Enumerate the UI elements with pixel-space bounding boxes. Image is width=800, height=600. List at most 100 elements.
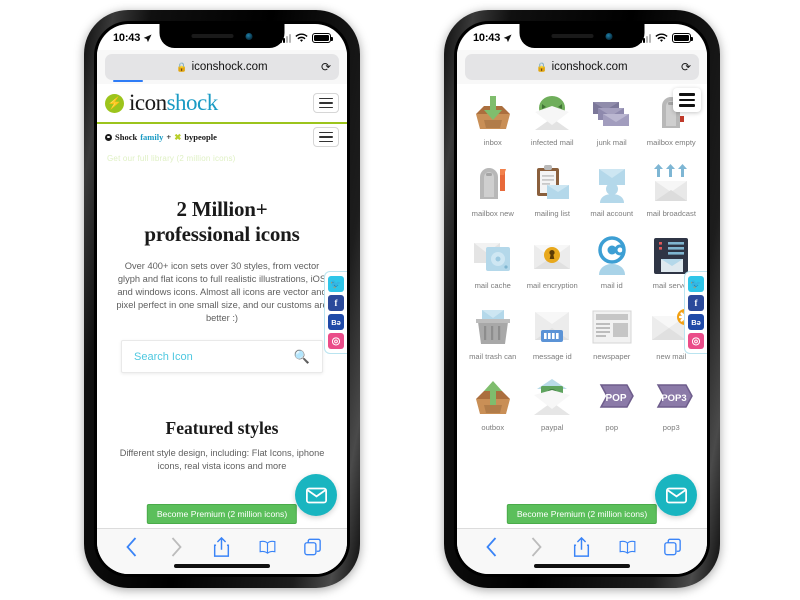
icon-label: pop — [605, 423, 619, 433]
icon-cell-mailing-list[interactable]: mailing list — [523, 163, 583, 218]
family-part-1: Shock — [115, 132, 138, 142]
battery-icon — [672, 33, 693, 43]
facebook-icon[interactable]: f — [688, 295, 704, 311]
tabs-button[interactable] — [664, 537, 681, 557]
magnifier-icon[interactable]: 🔍 — [294, 349, 310, 365]
family-brands[interactable]: Shock family + ✖ bypeople — [105, 132, 217, 143]
address-bar[interactable]: 🔒 iconshock.com ⟳ — [105, 54, 339, 82]
icon-cell-mail-encryption[interactable]: mail encryption — [523, 235, 583, 290]
icon-label: mailing list — [534, 209, 570, 219]
become-premium-button-right[interactable]: Become Premium (2 million icons) — [506, 504, 658, 524]
dribbble-icon[interactable]: ◎ — [328, 333, 344, 349]
hero-title-line2: professional icons — [144, 221, 300, 246]
chat-envelope-button-right[interactable] — [655, 474, 697, 516]
reload-icon[interactable]: ⟳ — [681, 60, 691, 74]
front-camera-icon — [245, 32, 253, 40]
pop-badge-text: POP — [605, 393, 626, 404]
icon-cell-mail-id[interactable]: mail id — [582, 235, 642, 290]
mail-broadcast-arrows-icon — [648, 163, 694, 205]
icon-label: mailbox empty — [646, 138, 696, 147]
envelope-icon — [305, 487, 327, 503]
notch-right — [519, 24, 645, 48]
paypal-money-mail-icon — [529, 377, 575, 419]
family-hamburger-button[interactable] — [313, 127, 339, 147]
lightning-bolt-icon: ⚡ — [105, 93, 124, 113]
twitter-icon[interactable]: 🐦 — [688, 276, 704, 292]
phone-bezel-right: 10:43 🔒 iconshock.com ⟳ inbox infected m… — [454, 21, 710, 577]
site-logo[interactable]: ⚡ iconshock — [105, 90, 218, 116]
icon-cell-junk-mail[interactable]: junk mail — [582, 92, 642, 147]
icon-label: new mail — [656, 352, 687, 362]
icon-cell-newspaper[interactable]: newspaper — [582, 306, 642, 361]
icon-cell-mail-account[interactable]: mail account — [582, 163, 642, 218]
logo-wordmark: iconshock — [129, 90, 218, 116]
junk-mail-stack-icon — [589, 92, 635, 134]
hero-paragraph: Over 400+ icon sets over 30 styles, from… — [116, 260, 328, 324]
icon-cell-message-id[interactable]: message id — [523, 306, 583, 361]
icon-label: junk mail — [596, 138, 627, 147]
lock-icon: 🔒 — [536, 61, 548, 72]
icon-label: mail trash can — [469, 352, 517, 362]
bookmarks-button[interactable] — [619, 537, 636, 557]
home-indicator-left — [174, 564, 270, 568]
icon-label: paypal — [541, 423, 564, 433]
family-plus: + — [166, 132, 172, 142]
featured-title: Featured styles — [165, 418, 279, 439]
forward-button — [168, 536, 185, 557]
icon-cell-infected-mail[interactable]: infected mail — [523, 92, 583, 147]
icon-cell-mail-cache[interactable]: mail cache — [463, 235, 523, 290]
icon-label: mail account — [590, 209, 634, 219]
share-button[interactable] — [213, 536, 230, 557]
icon-gallery: inbox infected mail junk mail mailbox em… — [457, 84, 707, 433]
icon-label: message id — [532, 352, 572, 362]
icon-label: pop3 — [662, 423, 680, 433]
dribbble-icon[interactable]: ◎ — [688, 333, 704, 349]
status-indicators — [640, 33, 693, 43]
tabs-button[interactable] — [304, 537, 321, 557]
page-load-progress — [113, 79, 143, 82]
search-placeholder: Search Icon — [134, 350, 193, 363]
mailbox-new-flag-icon — [470, 163, 516, 205]
bookmarks-button[interactable] — [259, 537, 276, 557]
outbox-tray-up-icon — [470, 377, 516, 419]
back-button[interactable] — [483, 536, 500, 557]
icon-cell-pop[interactable]: POP pop — [582, 377, 642, 432]
featured-paragraph: Different style design, including: Flat … — [119, 448, 325, 472]
chat-envelope-button-left[interactable] — [295, 474, 337, 516]
share-button[interactable] — [573, 536, 590, 557]
facebook-icon[interactable]: f — [328, 295, 344, 311]
logo-text-primary: icon — [129, 90, 167, 115]
browser-chrome-left: 🔒 iconshock.com ⟳ — [97, 50, 347, 84]
icon-cell-pop3[interactable]: POP3 pop3 — [642, 377, 702, 432]
reload-icon[interactable]: ⟳ — [321, 60, 331, 74]
icon-cell-outbox[interactable]: outbox — [463, 377, 523, 432]
home-indicator-right — [534, 564, 630, 568]
icon-cell-mail-trash-can[interactable]: mail trash can — [463, 306, 523, 361]
hero-title-line1: 2 Million+ — [176, 197, 268, 221]
become-premium-button-left[interactable]: Become Premium (2 million icons) — [146, 504, 298, 524]
icon-cell-mailbox-new[interactable]: mailbox new — [463, 163, 523, 218]
phone-screen-left: 10:43 🔒 iconshock.com ⟳ ⚡ iconshock Shoc… — [97, 24, 347, 574]
floating-hamburger-button[interactable] — [673, 88, 701, 112]
back-button[interactable] — [123, 536, 140, 557]
behance-icon[interactable]: Bə — [328, 314, 344, 330]
behance-icon[interactable]: Bə — [688, 314, 704, 330]
icon-cell-paypal[interactable]: paypal — [523, 377, 583, 432]
newspaper-icon — [589, 306, 635, 348]
x-mark-icon: ✖ — [174, 131, 182, 142]
mailing-list-clipboard-icon — [529, 163, 575, 205]
mail-account-user-icon — [589, 163, 635, 205]
header-hamburger-button[interactable] — [313, 93, 339, 113]
search-input[interactable]: Search Icon 🔍 — [121, 340, 323, 374]
location-arrow-icon — [143, 33, 152, 42]
notch-left — [159, 24, 285, 48]
twitter-icon[interactable]: 🐦 — [328, 276, 344, 292]
phone-screen-right: 10:43 🔒 iconshock.com ⟳ inbox infected m… — [457, 24, 707, 574]
mail-encryption-lock-icon — [529, 235, 575, 277]
icon-cell-mail-broadcast[interactable]: mail broadcast — [642, 163, 702, 218]
hero-section: 2 Million+ professional icons Over 400+ i… — [97, 163, 347, 374]
icon-label: infected mail — [530, 138, 574, 147]
address-bar[interactable]: 🔒 iconshock.com ⟳ — [465, 54, 699, 80]
icon-label: mailbox new — [471, 209, 514, 219]
icon-cell-inbox[interactable]: inbox — [463, 92, 523, 147]
